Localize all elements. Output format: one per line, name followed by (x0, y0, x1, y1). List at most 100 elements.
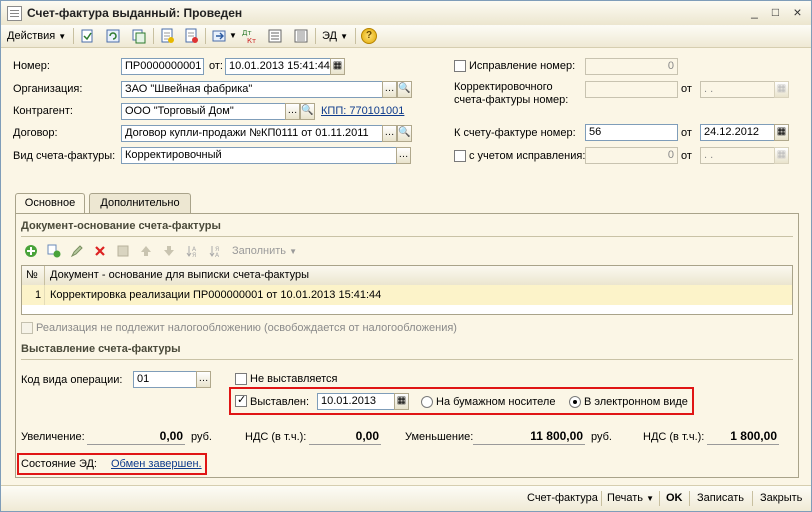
select-kind-button[interactable]: … (396, 147, 411, 164)
copy-row-icon[interactable] (47, 244, 61, 258)
refresh-icon[interactable] (105, 28, 121, 44)
col-doc-header[interactable]: Документ - основание для выписки счета-ф… (50, 269, 309, 281)
search-icon[interactable]: 🔍 (300, 103, 315, 120)
edit-row-icon[interactable] (70, 244, 84, 258)
invoice-button[interactable]: Счет-фактура (527, 492, 598, 504)
list-icon[interactable] (293, 28, 309, 44)
not-issued-checkbox[interactable] (235, 373, 247, 385)
date-from-label: от: (209, 60, 223, 72)
issued-label: Выставлен: (250, 396, 310, 408)
print-label: Печать (607, 492, 644, 504)
contract-field[interactable]: Договор купли-продажи №КП0111 от 01.11.2… (121, 125, 383, 142)
print-menu[interactable]: Печать ▼ (607, 492, 654, 504)
underline (707, 444, 779, 445)
table-row[interactable]: 1 Корректировка реализации ПР000000001 о… (22, 285, 792, 305)
dropdown-arrow-icon: ▼ (340, 32, 348, 41)
invoice-window: Счет-фактура выданный: Проведен _ □ × Де… (0, 0, 812, 512)
save-button[interactable]: Записать (697, 492, 744, 504)
move-up-icon[interactable] (139, 244, 153, 258)
svg-text:A: A (215, 252, 220, 258)
increase-value: 0,00 (159, 429, 183, 443)
column-divider (44, 285, 45, 305)
calendar-icon[interactable]: ▦ (774, 124, 789, 141)
with-fix-date-field[interactable]: . . (700, 147, 775, 164)
search-icon[interactable]: 🔍 (397, 125, 412, 142)
contract-label: Договор: (13, 127, 58, 139)
to-invoice-field[interactable]: 56 (585, 124, 678, 141)
close-window-button[interactable]: × (789, 5, 806, 20)
underline (309, 444, 381, 445)
close-button[interactable]: Закрыть (760, 492, 802, 504)
calendar-icon[interactable]: ▦ (774, 81, 789, 98)
structure-icon[interactable] (183, 28, 199, 44)
minimize-button[interactable]: _ (746, 5, 763, 20)
kind-field[interactable]: Корректировочный (121, 147, 397, 164)
fill-menu[interactable]: Заполнить ▼ (232, 245, 297, 257)
vat2-label: НДС (в т.ч.): (643, 431, 705, 443)
calendar-icon[interactable]: ▦ (774, 147, 789, 164)
toolbar-separator (355, 28, 356, 44)
tab-main[interactable]: Основное (15, 193, 85, 215)
sort-asc-icon[interactable]: AЯ (185, 244, 199, 258)
window-title: Счет-фактура выданный: Проведен (27, 6, 243, 20)
issued-date-field[interactable]: 10.01.2013 (317, 393, 395, 410)
ed-state-link[interactable]: Обмен завершен. (111, 458, 202, 470)
ok-button[interactable]: OK (666, 492, 683, 504)
title-bar: Счет-фактура выданный: Проведен _ □ × (1, 1, 811, 26)
search-icon[interactable]: 🔍 (397, 81, 412, 98)
tab-additional[interactable]: Дополнительно (89, 193, 191, 214)
with-fix-field[interactable]: 0 (585, 147, 678, 164)
select-org-button[interactable]: … (382, 81, 397, 98)
issued-checkbox[interactable] (235, 393, 247, 407)
corr-date-field[interactable]: . . (700, 81, 775, 98)
select-contract-button[interactable]: … (382, 125, 397, 142)
org-label: Организация: (13, 83, 83, 95)
contractor-field[interactable]: ООО "Торговый Дом" (121, 103, 286, 120)
number-field[interactable]: ПР0000000001 (121, 58, 204, 75)
end-edit-icon[interactable] (116, 244, 130, 258)
post-document-icon[interactable] (79, 28, 95, 44)
select-op-code-button[interactable]: … (196, 371, 211, 388)
kpp-link[interactable]: КПП: 770101001 (321, 105, 404, 117)
dt-kt-icon[interactable]: ДтКт (241, 28, 257, 44)
document-icon (7, 6, 22, 21)
fix-number-checkbox[interactable] (454, 60, 466, 72)
table-header: № Документ - основание для выписки счета… (22, 266, 792, 286)
actions-menu[interactable]: Действия ▼ (7, 28, 66, 44)
paper-radio[interactable] (421, 396, 433, 408)
sort-desc-icon[interactable]: ЯA (208, 244, 222, 258)
maximize-button[interactable]: □ (767, 5, 784, 20)
fix-number-label: Исправление номер: (469, 60, 576, 72)
help-icon[interactable]: ? (361, 28, 377, 44)
vat1-value: 0,00 (355, 429, 379, 443)
move-down-icon[interactable] (162, 244, 176, 258)
increase-currency: руб. (191, 431, 212, 443)
select-contractor-button[interactable]: … (285, 103, 300, 120)
toolbar: Действия ▼ ▼ Дт Кт ЭД ▼ ? (1, 25, 811, 48)
create-based-on-icon[interactable] (159, 28, 175, 44)
fix-number-field[interactable]: 0 (585, 58, 678, 75)
col-num-header[interactable]: № (26, 269, 38, 281)
ed-menu[interactable]: ЭД ▼ (322, 28, 348, 44)
add-row-icon[interactable] (24, 244, 38, 258)
to-invoice-from-label: от (681, 127, 692, 139)
date-field[interactable]: 10.01.2013 15:41:44 (225, 58, 331, 75)
tax-exempt-checkbox[interactable] (21, 322, 33, 334)
calendar-icon[interactable]: ▦ (330, 58, 345, 75)
org-field[interactable]: ЗАО "Швейная фабрика" (121, 81, 383, 98)
report-icon[interactable] (267, 28, 283, 44)
issue-section-title: Выставление счета-фактуры (21, 343, 181, 355)
op-code-field[interactable]: 01 (133, 371, 197, 388)
delete-row-icon[interactable] (93, 244, 107, 258)
corr-number-field[interactable] (585, 81, 678, 98)
with-fix-checkbox[interactable] (454, 150, 466, 162)
to-invoice-date-field[interactable]: 24.12.2012 (700, 124, 775, 141)
toolbar-separator (73, 28, 74, 44)
go-to-icon[interactable] (211, 28, 227, 44)
vat2-value: 1 800,00 (730, 429, 777, 443)
electronic-radio[interactable] (569, 396, 581, 408)
ed-state-label: Состояние ЭД: (21, 458, 97, 470)
calendar-icon[interactable]: ▦ (394, 393, 409, 410)
copy-icon[interactable] (131, 28, 147, 44)
dropdown-arrow-icon[interactable]: ▼ (229, 28, 237, 44)
